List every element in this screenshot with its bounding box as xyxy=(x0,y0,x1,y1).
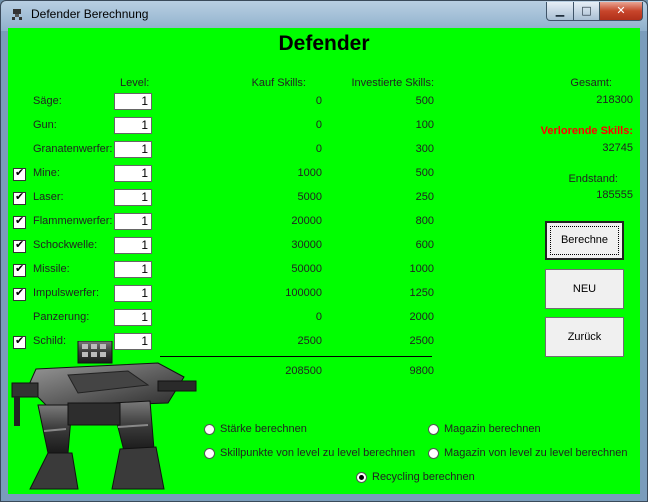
skill-label: Missile: xyxy=(33,263,70,275)
investiert-value: 800 xyxy=(415,215,434,227)
kauf-column-header: Kauf Skills: xyxy=(251,77,306,89)
radio-label: Magazin berechnen xyxy=(444,423,541,435)
investiert-value: 1250 xyxy=(409,287,434,299)
investiert-value: 250 xyxy=(415,191,434,203)
checkmark-icon: ✔ xyxy=(15,190,25,203)
level-input[interactable]: 1 xyxy=(114,141,152,158)
kauf-value: 0 xyxy=(315,311,322,323)
berechne-button[interactable]: Berechne xyxy=(545,221,624,260)
skill-checkbox[interactable]: ✔ xyxy=(13,238,26,253)
radio-label: Magazin von level zu level berechnen xyxy=(444,447,628,459)
radio-button[interactable] xyxy=(356,472,367,483)
radio-label: Stärke berechnen xyxy=(220,423,307,435)
checkmark-icon: ✔ xyxy=(15,262,25,275)
level-input[interactable]: 1 xyxy=(114,117,152,134)
investiert-value: 2000 xyxy=(409,311,434,323)
level-input[interactable]: 1 xyxy=(114,93,152,110)
skill-label: Säge: xyxy=(33,95,62,107)
maximize-button[interactable]: □ xyxy=(573,2,600,21)
zurueck-button[interactable]: Zurück xyxy=(545,317,624,357)
skill-label: Mine: xyxy=(33,167,60,179)
checkmark-icon: ✔ xyxy=(15,214,25,227)
window-title: Defender Berechnung xyxy=(31,7,149,21)
skill-checkbox[interactable]: ✔ xyxy=(13,286,26,301)
app-window: Defender Berechnung ▁ □ ✕ Defender Level… xyxy=(0,0,648,502)
level-input[interactable]: 1 xyxy=(114,165,152,182)
checkmark-icon: ✔ xyxy=(15,286,25,299)
radio-label: Recycling berechnen xyxy=(372,471,475,483)
page-title: Defender xyxy=(278,32,370,55)
radio-label: Skillpunkte von level zu level berechnen xyxy=(220,447,416,459)
total-investiert: 9800 xyxy=(409,365,434,377)
verlorene-value: 32745 xyxy=(602,142,633,154)
skill-label: Panzerung: xyxy=(33,311,90,323)
investiert-value: 600 xyxy=(415,239,434,251)
kauf-value: 0 xyxy=(315,119,322,131)
checkmark-icon: ✔ xyxy=(15,238,25,251)
skill-checkbox[interactable]: ✔ xyxy=(13,190,26,205)
investiert-value: 2500 xyxy=(409,335,434,347)
radio-dot-icon xyxy=(359,475,364,480)
investiert-value: 500 xyxy=(415,167,434,179)
kauf-value: 20000 xyxy=(291,215,322,227)
radio-button[interactable] xyxy=(204,424,215,435)
investiert-value: 500 xyxy=(415,95,434,107)
skill-label: Gun: xyxy=(33,119,57,131)
level-input[interactable]: 1 xyxy=(114,237,152,254)
radio-button[interactable] xyxy=(204,448,215,459)
verlorene-label: Verlorende Skills: xyxy=(540,125,633,137)
level-input[interactable]: 1 xyxy=(114,285,152,302)
investiert-value: 300 xyxy=(415,143,434,155)
skill-label: Schockwelle: xyxy=(33,239,98,251)
totals-divider xyxy=(160,356,432,357)
close-button[interactable]: ✕ xyxy=(599,2,643,21)
kauf-value: 5000 xyxy=(297,191,322,203)
minimize-button[interactable]: ▁ xyxy=(546,2,574,21)
focus-rect xyxy=(550,226,619,255)
kauf-value: 100000 xyxy=(285,287,322,299)
endstand-label: Endstand: xyxy=(568,173,618,185)
robot-app-icon xyxy=(12,9,22,20)
kauf-value: 50000 xyxy=(291,263,322,275)
kauf-value: 30000 xyxy=(291,239,322,251)
skill-label: Granatenwerfer: xyxy=(33,143,113,155)
skill-label: Impulswerfer: xyxy=(33,287,100,299)
kauf-value: 2500 xyxy=(297,335,322,347)
level-column-header: Level: xyxy=(120,77,150,89)
level-input[interactable]: 1 xyxy=(114,261,152,278)
client-area: Defender Level: Kauf Skills: Investierte… xyxy=(8,28,640,494)
kauf-value: 0 xyxy=(315,95,322,107)
investiert-column-header: Investierte Skills: xyxy=(351,77,434,89)
endstand-value: 185555 xyxy=(596,189,633,201)
gesamt-value: 218300 xyxy=(596,94,633,106)
gesamt-label: Gesamt: xyxy=(570,77,612,89)
skill-checkbox[interactable]: ✔ xyxy=(13,262,26,277)
title-bar[interactable]: Defender Berechnung ▁ □ ✕ xyxy=(1,1,647,28)
radio-button[interactable] xyxy=(428,424,439,435)
level-input[interactable]: 1 xyxy=(114,309,152,326)
neu-button[interactable]: NEU xyxy=(545,269,624,309)
skill-checkbox[interactable]: ✔ xyxy=(13,214,26,229)
kauf-value: 0 xyxy=(315,143,322,155)
defender-robot-image xyxy=(11,341,197,490)
radio-button[interactable] xyxy=(428,448,439,459)
level-input[interactable]: 1 xyxy=(114,189,152,206)
total-kauf: 208500 xyxy=(285,365,322,377)
checkmark-icon: ✔ xyxy=(15,166,25,179)
skill-label: Laser: xyxy=(33,191,64,203)
investiert-value: 1000 xyxy=(409,263,434,275)
skill-checkbox[interactable]: ✔ xyxy=(13,166,26,181)
level-input[interactable]: 1 xyxy=(114,213,152,230)
kauf-value: 1000 xyxy=(297,167,322,179)
investiert-value: 100 xyxy=(415,119,434,131)
skill-label: Flammenwerfer: xyxy=(33,215,113,227)
